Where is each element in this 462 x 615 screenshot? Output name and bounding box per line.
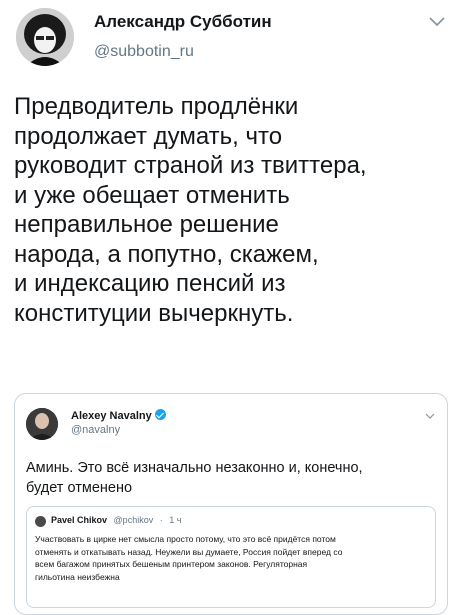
author-name[interactable]: Александр Субботин <box>94 12 272 32</box>
tweet-text-line: и индексацию пенсий из <box>14 270 286 297</box>
nested-quoted-tweet-card[interactable]: Pavel Chikov @pchikov · 1 ч Участвовать … <box>26 506 436 608</box>
chevron-down-icon[interactable] <box>425 412 435 420</box>
nested-tweet-text: Участвовать в цирке нет смысла просто по… <box>35 533 431 583</box>
chevron-down-icon[interactable] <box>428 14 446 28</box>
tweet-text-line: народа, а попутно, скажем, <box>14 240 319 268</box>
nested-text-line: Участвовать в цирке нет смысла просто по… <box>35 534 336 544</box>
nested-text-line: гильотина неизбежна <box>35 571 120 582</box>
tweet-text-line: продолжает думать, что <box>14 122 283 150</box>
tweet-text-line: конституции вычеркнуть. <box>14 299 294 327</box>
quoted-author-handle[interactable]: @navalny <box>71 424 120 436</box>
nested-author-handle[interactable]: @pchikov <box>114 515 154 525</box>
tweet-text-line: и уже обещает отменить <box>14 181 290 209</box>
tweet-text-line: Предводитель продлёнки <box>14 93 299 120</box>
tweet-text-line: неправильное решение <box>14 211 279 238</box>
avatar[interactable] <box>16 8 74 66</box>
nested-text-line: отменять и откатывать назад. Неужели вы … <box>35 546 343 557</box>
quoted-text-line: будет отменено <box>26 480 133 496</box>
quoted-author-name-text: Alexey Navalny <box>71 410 152 422</box>
nested-avatar[interactable] <box>35 516 46 527</box>
nested-author-name[interactable]: Pavel Chikov <box>51 515 107 525</box>
meta-separator: · <box>159 515 163 525</box>
tweet-text: Предводитель продлёнки продолжает думать… <box>14 92 454 328</box>
quoted-text-line: Аминь. Это всё изначально незаконно и, к… <box>26 460 363 476</box>
nested-tweet-header: Pavel Chikov @pchikov · 1 ч <box>51 515 181 525</box>
tweet-header: Александр Субботин @subbotin_ru <box>0 0 462 88</box>
quoted-tweet-card[interactable]: Alexey Navalny @navalny Аминь. Это всё и… <box>14 393 448 615</box>
quoted-tweet-text: Аминь. Это всё изначально незаконно и, к… <box>26 458 438 498</box>
verified-badge-icon <box>154 409 166 420</box>
quoted-avatar[interactable] <box>26 408 58 440</box>
author-handle[interactable]: @subbotin_ru <box>94 43 194 61</box>
nested-timestamp[interactable]: 1 ч <box>169 515 181 525</box>
nested-text-line: всем багажом принятых бешеным принтером … <box>35 559 308 569</box>
quoted-author-name[interactable]: Alexey Navalny <box>71 409 166 422</box>
tweet-text-line: руководит страной из твиттера, <box>14 152 367 179</box>
